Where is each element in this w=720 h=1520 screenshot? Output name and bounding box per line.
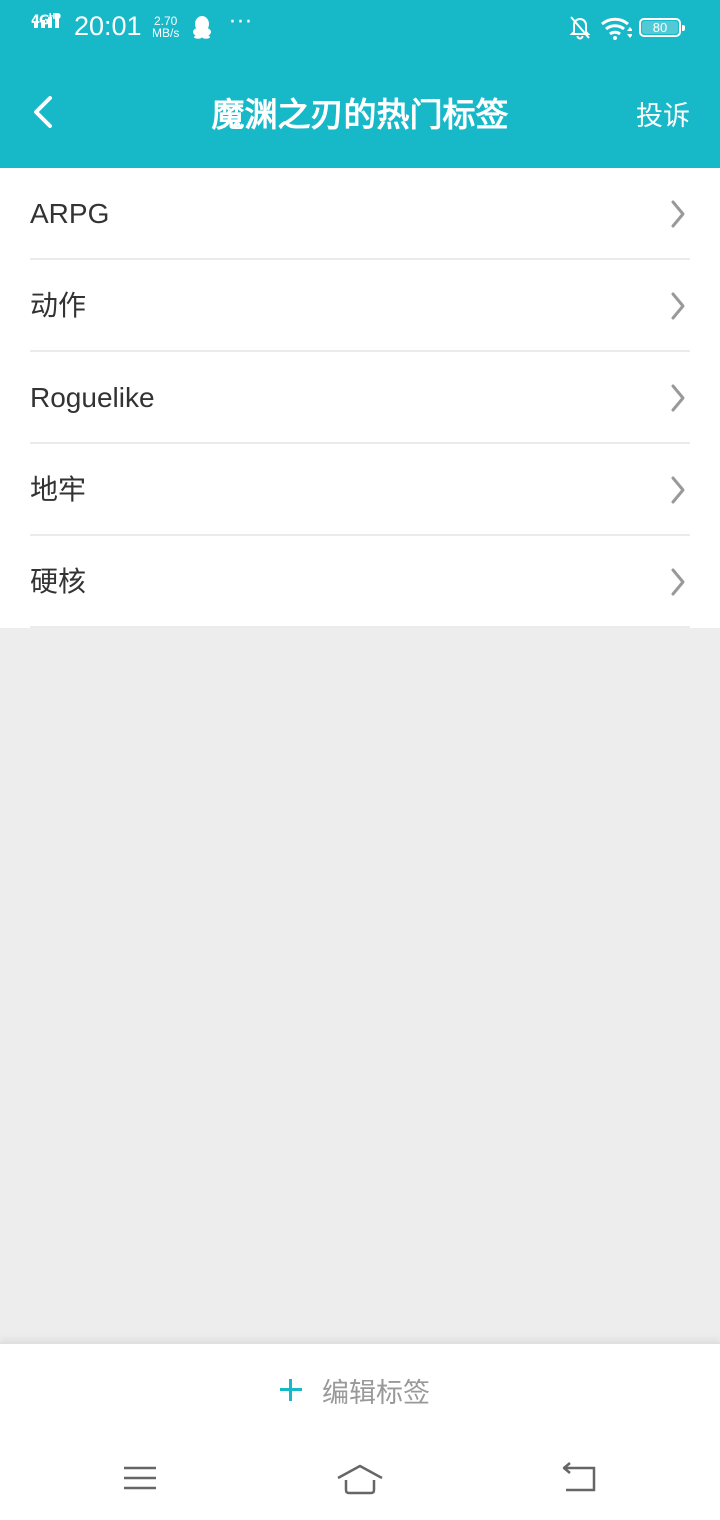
tag-label: 动作 [30,290,87,321]
chevron-right-icon [671,200,685,228]
more-notifications-icon: ··· [229,10,253,35]
tag-item-hardcore[interactable]: 硬核 [0,536,720,628]
qq-icon [193,16,211,39]
tag-item-roguelike[interactable]: Roguelike [0,352,720,444]
divider [30,626,690,628]
nav-bar: 魔渊之刃的热门标签 投诉 [0,56,720,168]
chevron-right-icon [671,292,685,320]
tag-item-action[interactable]: 动作 [0,260,720,352]
tag-list: ARPG 动作 Roguelike 地牢 硬核 [0,168,720,628]
tag-label: ARPG [30,198,110,229]
status-bar: 4GHD 20:01 2.70 MB/s ··· 80 [0,0,720,56]
report-button[interactable]: 投诉 [636,94,690,133]
back-arrow-icon[interactable] [550,1448,610,1508]
menu-icon[interactable] [110,1448,170,1508]
page-title: 魔渊之刃的热门标签 [211,95,509,134]
wifi-icon [601,17,632,40]
tag-label: Roguelike [30,382,155,413]
home-icon[interactable] [330,1448,390,1508]
tag-item-arpg[interactable]: ARPG [0,168,720,260]
tag-label: 地牢 [30,474,87,505]
tag-item-dungeon[interactable]: 地牢 [0,444,720,536]
network-speed: 2.70 MB/s [152,14,180,40]
chevron-left-icon[interactable] [28,92,60,132]
battery-icon: 80 [639,18,685,37]
chevron-right-icon [671,568,685,596]
chevron-right-icon [671,384,685,412]
edit-tags-label: 编辑标签 [322,1377,430,1409]
app-header: 4GHD 20:01 2.70 MB/s ··· 80 [0,0,720,168]
plus-icon [280,1379,302,1401]
bottom-bar: 编辑标签 [0,1342,720,1520]
tag-label: 硬核 [30,566,87,597]
system-nav-bar [0,1448,720,1508]
bell-muted-icon [569,16,591,40]
edit-tags-button[interactable]: 编辑标签 [280,1370,430,1410]
status-time: 20:01 [74,11,142,41]
chevron-right-icon [671,476,685,504]
